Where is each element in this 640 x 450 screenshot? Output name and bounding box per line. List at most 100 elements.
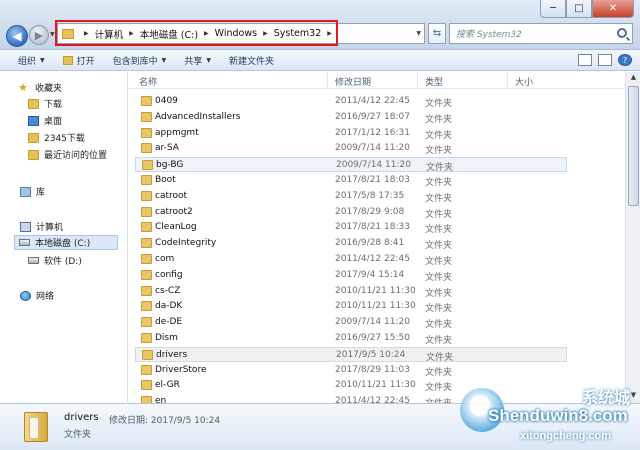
back-button[interactable]: ◀ [6,25,28,47]
scroll-up-icon[interactable]: ▲ [628,73,639,84]
share-menu[interactable]: 共享 ▼ [184,54,211,67]
file-date: 2010/11/21 11:30 [335,380,416,391]
file-row[interactable]: de-DE 2009/7/14 11:20 文件夹 [135,315,567,330]
file-row[interactable]: da-DK 2010/11/21 11:30 文件夹 [135,299,567,314]
search-icon[interactable] [617,28,627,38]
file-type: 文件夹 [425,241,453,252]
file-name: de-DE [155,317,183,328]
watermark-site: Shenduwin8.com [488,406,628,425]
watermark: 系统城 Shenduwin8.com xitongcheng.com [460,378,640,450]
arrow-left-icon: ◀ [12,29,22,43]
file-row[interactable]: catroot 2017/5/8 17:35 文件夹 [135,189,567,204]
minimize-button[interactable]: ─ [540,0,566,18]
folder-icon [141,206,152,217]
file-row[interactable]: 0409 2011/4/12 22:45 文件夹 [135,94,567,109]
navigation-pane: ★ 收藏夹 下载 桌面 2345下载 最近访问的位置 库 计算机 本地磁盘 (C:… [0,72,128,402]
folder-icon [62,55,73,65]
help-icon[interactable]: ? [618,54,632,66]
nav-network[interactable]: 网络 [20,288,54,303]
computer-icon [20,221,31,232]
file-row[interactable]: cs-CZ 2010/11/21 11:30 文件夹 [135,284,567,299]
file-name: drivers [156,349,188,360]
nav-label: 2345下载 [44,134,85,144]
file-date: 2017/8/29 11:03 [335,364,410,375]
preview-pane-icon[interactable] [598,54,612,66]
file-type: 文件夹 [425,336,453,346]
nav-computer[interactable]: 计算机 [20,219,63,234]
open-button[interactable]: 打开 [62,54,95,67]
column-type[interactable]: 类型 [425,75,443,88]
file-row[interactable]: appmgmt 2017/1/12 16:31 文件夹 [135,126,567,141]
folder-icon [141,222,152,233]
file-date: 2016/9/27 15:50 [335,333,410,343]
recent-pages-dropdown[interactable]: ▼ [50,31,55,38]
view-options-icon[interactable] [578,54,592,66]
nav-desktop[interactable]: 桌面 [28,113,62,128]
new-folder-button[interactable]: 新建文件夹 [229,54,274,67]
column-divider[interactable] [327,72,328,89]
include-in-library-menu[interactable]: 包含到库中 ▼ [113,54,167,67]
file-name: 0409 [155,96,178,106]
file-name: CodeIntegrity [155,238,217,249]
file-row[interactable]: CodeIntegrity 2016/9/28 8:41 文件夹 [135,236,567,251]
folder-icon [141,111,152,122]
watermark-cn: 系统城 [582,388,631,407]
file-row[interactable]: com 2011/4/12 22:45 文件夹 [135,252,567,267]
column-size[interactable]: 大小 [515,75,533,88]
nav-label: 桌面 [44,117,63,127]
folder-icon [141,364,152,375]
file-row[interactable]: CleanLog 2017/8/21 18:33 文件夹 [135,220,567,235]
open-label: 打开 [76,56,95,67]
desktop-icon [28,115,39,126]
file-name: catroot2 [155,206,193,217]
folder-icon [141,285,152,296]
scroll-thumb[interactable] [628,86,639,206]
nav-label: 下载 [44,100,63,110]
file-date: 2017/1/12 16:31 [335,127,410,138]
nav-label: 计算机 [36,223,64,233]
column-date-modified[interactable]: 修改日期 [335,75,371,88]
file-date: 2017/8/21 18:33 [335,222,410,233]
file-type: 文件夹 [425,114,453,125]
column-divider[interactable] [417,72,418,89]
refresh-button[interactable]: ⇆ [428,23,446,44]
organize-menu[interactable]: 组织 ▼ [18,54,45,67]
folder-icon [141,301,152,312]
file-type: 文件夹 [425,396,452,403]
file-row[interactable]: catroot2 2017/8/29 9:08 文件夹 [135,205,567,220]
file-name: config [155,269,183,280]
file-date: 2011/4/12 22:45 [335,396,410,403]
nav-local-disk-c[interactable]: 本地磁盘 (C:) [14,235,118,250]
file-row[interactable]: ar-SA 2009/7/14 11:20 文件夹 [135,141,567,156]
file-row[interactable]: Boot 2017/8/21 18:03 文件夹 [135,173,567,188]
forward-button[interactable]: ▶ [29,25,49,45]
maximize-button[interactable]: □ [566,0,592,18]
file-row[interactable]: drivers 2017/9/5 10:24 文件夹 [135,346,567,363]
file-name: com [155,254,175,264]
nav-libraries[interactable]: 库 [20,184,45,199]
new-folder-label: 新建文件夹 [228,56,274,67]
nav-2345-downloads[interactable]: 2345下载 [28,130,85,145]
file-row[interactable]: bg-BG 2009/7/14 11:20 文件夹 [135,157,567,173]
file-row[interactable]: Dism 2016/9/27 15:50 文件夹 [135,331,567,346]
search-input[interactable]: 搜索 System32 [449,23,633,44]
close-button[interactable]: ✕ [592,0,634,18]
watermark-domain: xitongcheng.com [520,430,612,442]
file-row[interactable]: DriverStore 2017/8/29 11:03 文件夹 [135,363,567,378]
nav-recent-places[interactable]: 最近访问的位置 [28,147,107,162]
file-row[interactable]: config 2017/9/4 15:14 文件夹 [135,268,567,283]
address-dropdown[interactable]: ▼ [416,30,421,37]
file-type: 文件夹 [425,288,453,299]
file-type: 文件夹 [425,304,453,315]
nav-favorites[interactable]: ★ 收藏夹 [18,80,62,95]
column-name[interactable]: 名称 [139,75,157,88]
refresh-icon: ⇆ [432,28,442,39]
nav-software-d[interactable]: 软件 (D:) [28,253,82,268]
vertical-scrollbar[interactable]: ▲ ▼ [625,72,640,403]
nav-downloads[interactable]: 下载 [28,96,62,111]
column-divider[interactable] [507,72,508,89]
file-type: 文件夹 [425,193,453,204]
file-date: 2016/9/28 8:41 [335,238,405,249]
nav-label: 本地磁盘 (C:) [35,239,91,249]
file-row[interactable]: AdvancedInstallers 2016/9/27 18:07 文件夹 [135,110,567,125]
